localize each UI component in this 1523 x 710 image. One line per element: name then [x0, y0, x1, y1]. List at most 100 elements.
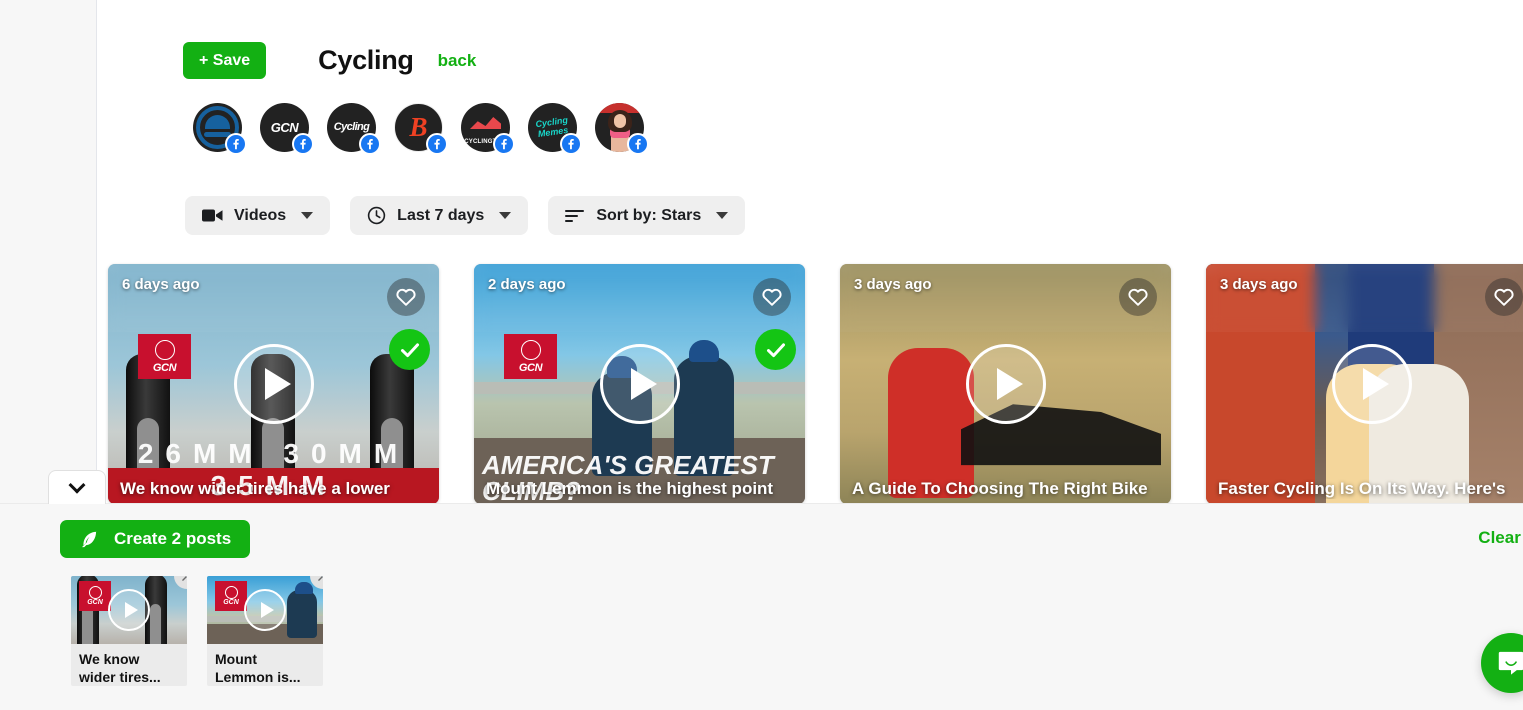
favorite-button[interactable]: [753, 278, 791, 316]
filter-date-range[interactable]: Last 7 days: [350, 196, 529, 235]
chat-launcher-button[interactable]: [1481, 633, 1523, 693]
play-button[interactable]: [965, 344, 1046, 424]
card-caption: Faster Cycling Is On Its Way. Here's: [1218, 479, 1506, 499]
heart-icon: [1493, 286, 1515, 308]
clear-all-link[interactable]: Clear a: [1478, 528, 1523, 548]
play-icon: [264, 368, 291, 400]
play-icon: [125, 602, 138, 618]
tray-item-caption: We know wider tires...: [79, 651, 161, 686]
chevron-down-icon: [499, 212, 512, 219]
create-posts-button[interactable]: Create 2 posts: [60, 520, 251, 558]
play-icon: [996, 368, 1023, 400]
chevron-down-icon: [68, 476, 86, 494]
video-card-grid: 26MM 30MM 35MM 6 days ago GCN We know wi…: [108, 264, 1523, 503]
create-posts-label: Create 2 posts: [114, 529, 232, 548]
chevron-down-icon: [301, 212, 314, 219]
play-icon: [630, 368, 657, 400]
card-caption: We know wider tires have a lower: [120, 479, 390, 499]
video-camera-icon: [202, 208, 223, 223]
thumbnail-blur-strip: [1206, 264, 1523, 332]
close-icon: [316, 576, 323, 583]
video-card[interactable]: 26MM 30MM 35MM 6 days ago GCN We know wi…: [108, 264, 439, 503]
facebook-icon: [292, 133, 314, 155]
avatar-label: B: [409, 112, 428, 142]
drawer-collapse-toggle[interactable]: [48, 470, 106, 504]
source-avatar-cycling-weekly[interactable]: Cycling: [327, 103, 381, 155]
app-left-rail: [0, 0, 97, 503]
play-button[interactable]: [599, 344, 680, 424]
favorite-button[interactable]: [1485, 278, 1523, 316]
facebook-icon: [426, 133, 448, 155]
tray-item[interactable]: GCN We know wider tires...: [71, 576, 187, 686]
close-icon: [180, 576, 187, 583]
selected-badge[interactable]: [755, 329, 796, 370]
play-button[interactable]: [1331, 344, 1412, 424]
source-avatar-gcn[interactable]: GCN: [260, 103, 314, 155]
back-link[interactable]: back: [438, 51, 477, 71]
channel-badge: GCN: [138, 334, 191, 379]
card-caption: A Guide To Choosing The Right Bike: [852, 479, 1148, 499]
play-icon: [1362, 368, 1389, 400]
gcn-crest-icon: [154, 339, 175, 360]
facebook-icon: [560, 133, 582, 155]
page-title: Cycling: [318, 45, 414, 75]
card-age-label: 3 days ago: [854, 276, 932, 293]
heart-icon: [395, 286, 417, 308]
heart-icon: [1127, 286, 1149, 308]
heart-icon: [761, 286, 783, 308]
channel-badge-label: GCN: [87, 599, 103, 606]
channel-badge-label: GCN: [152, 361, 177, 374]
source-avatar-bicycling[interactable]: B: [394, 103, 448, 155]
filter-content-type[interactable]: Videos: [185, 196, 331, 235]
sort-icon: [565, 209, 585, 223]
source-avatar-bikeradar[interactable]: [193, 103, 247, 155]
filter-label: Videos: [234, 206, 287, 224]
facebook-icon: [225, 133, 247, 155]
facebook-icon: [627, 133, 649, 155]
play-button[interactable]: [244, 589, 286, 631]
favorite-button[interactable]: [1119, 278, 1157, 316]
feather-icon: [79, 529, 100, 550]
favorite-button[interactable]: [387, 278, 425, 316]
play-button[interactable]: [108, 589, 150, 631]
channel-badge: GCN: [79, 581, 111, 611]
card-age-label: 6 days ago: [122, 276, 200, 293]
card-age-label: 2 days ago: [488, 276, 566, 293]
selected-items-tray: GCN We know wider tires... GCN Mount Lem…: [71, 576, 323, 686]
filter-bar: Videos Last 7 days Sort by: Stars: [185, 196, 746, 235]
video-card[interactable]: AMERICA'S GREATEST CLIMB? 2 days ago GCN: [474, 264, 805, 503]
card-caption: Mount Lemmon is the highest point: [486, 479, 774, 499]
page-header: + Save Cycling back: [183, 42, 476, 79]
tray-item-caption: Mount Lemmon is...: [215, 651, 301, 686]
source-avatar-cycling-memes[interactable]: Cycling Memes: [528, 103, 582, 155]
avatar-label: Cycling: [333, 121, 370, 133]
avatar-label: GCN: [270, 120, 299, 135]
channel-badge: GCN: [504, 334, 557, 379]
clock-icon: [367, 206, 386, 225]
play-icon: [261, 602, 274, 618]
source-avatar-cyclingtips[interactable]: CYCLINGTIPS: [461, 103, 515, 155]
gcn-crest-icon: [88, 586, 102, 599]
selected-badge[interactable]: [389, 329, 430, 370]
channel-badge: GCN: [215, 581, 247, 611]
filter-label: Sort by: Stars: [596, 206, 702, 224]
video-card[interactable]: 3 days ago Faster Cycling Is On Its Way.…: [1206, 264, 1523, 503]
source-avatar-list: GCN Cycling B CYCLINGTIPS Cycling Memes: [193, 103, 662, 155]
save-button[interactable]: + Save: [183, 42, 267, 79]
channel-badge-label: GCN: [223, 599, 239, 606]
selection-drawer: Create 2 posts Clear a GCN We know wider…: [0, 503, 1523, 710]
check-icon: [764, 338, 788, 362]
channel-badge-label: GCN: [518, 361, 543, 374]
source-avatar-health-fitness[interactable]: [595, 103, 649, 155]
play-button[interactable]: [233, 344, 314, 424]
video-card[interactable]: 3 days ago A Guide To Choosing The Right…: [840, 264, 1171, 503]
check-icon: [398, 338, 422, 362]
chat-bubble-icon: [1496, 648, 1523, 678]
facebook-icon: [493, 133, 515, 155]
tray-item[interactable]: GCN Mount Lemmon is...: [207, 576, 323, 686]
main-content: + Save Cycling back GCN Cycling B CYCLIN…: [97, 0, 1523, 503]
gcn-crest-icon: [520, 339, 541, 360]
card-age-label: 3 days ago: [1220, 276, 1298, 293]
gcn-crest-icon: [224, 586, 238, 599]
filter-sort-by[interactable]: Sort by: Stars: [548, 196, 746, 235]
